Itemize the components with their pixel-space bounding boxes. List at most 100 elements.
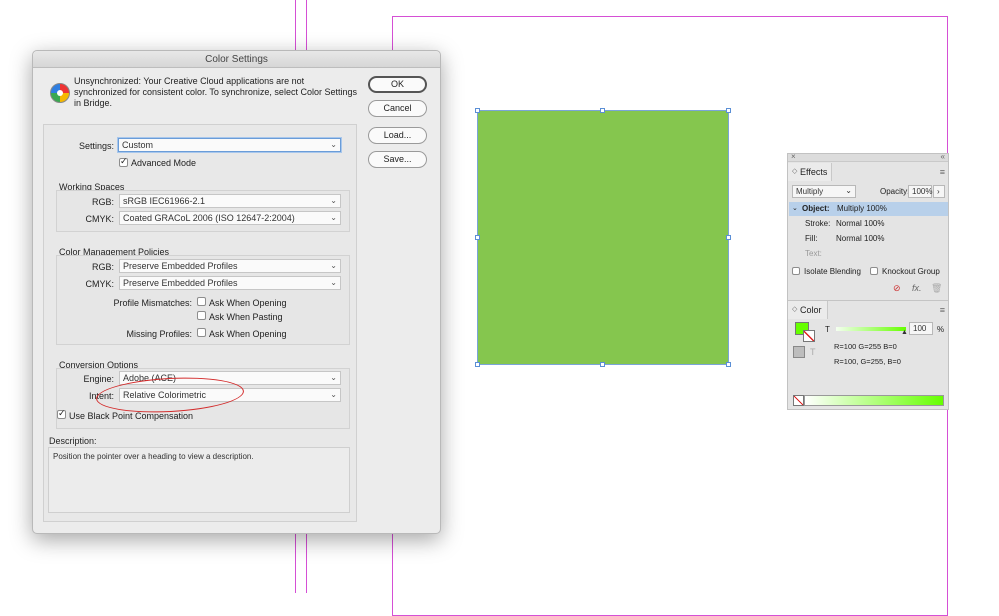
profile-mismatches-label: Profile Mismatches: [113, 298, 192, 308]
ws-rgb-select[interactable]: sRGB IEC61966-2.1 ⌄ [119, 194, 341, 208]
close-icon[interactable]: × [791, 152, 796, 161]
description-box: Position the pointer over a heading to v… [48, 447, 350, 513]
save-button[interactable]: Save... [368, 151, 427, 168]
knockout-group-checkbox[interactable] [870, 267, 878, 275]
chevron-down-icon: ⌄ [330, 261, 337, 270]
panel-menu-icon[interactable]: ≡ [940, 167, 945, 177]
opacity-slider-button[interactable]: › [933, 185, 945, 198]
policy-rgb-select[interactable]: Preserve Embedded Profiles ⌄ [119, 259, 341, 273]
policy-cmyk-select[interactable]: Preserve Embedded Profiles ⌄ [119, 276, 341, 290]
chevron-down-icon: ⌄ [330, 278, 337, 287]
chevron-down-icon: ⌄ [330, 213, 337, 222]
stroke-row[interactable]: Stroke: Normal 100% [789, 217, 948, 231]
missing-ask-opening-checkbox[interactable] [197, 328, 206, 337]
fill-label: Fill: [805, 234, 818, 243]
description-label: Description: [49, 436, 97, 446]
settings-select[interactable]: Custom ⌄ [118, 138, 341, 152]
handle-bm[interactable] [600, 362, 605, 367]
black-point-checkbox[interactable] [57, 408, 66, 419]
none-swatch[interactable] [793, 395, 804, 406]
clear-effects-icon[interactable]: ⊘ [893, 283, 901, 294]
handle-tm[interactable] [600, 108, 605, 113]
ws-cmyk-label: CMYK: [85, 214, 114, 224]
advanced-mode-checkbox[interactable] [119, 156, 128, 167]
formatting-text-icon[interactable]: T [810, 347, 816, 357]
ws-cmyk-value: Coated GRACoL 2006 (ISO 12647-2:2004) [123, 213, 295, 223]
fill-value: Normal 100% [836, 234, 885, 243]
settings-label: Settings: [78, 141, 114, 151]
handle-br[interactable] [726, 362, 731, 367]
ask-opening-label: Ask When Opening [209, 298, 287, 308]
trash-icon[interactable]: 🗑 [931, 283, 942, 294]
handle-tl[interactable] [475, 108, 480, 113]
ws-cmyk-select[interactable]: Coated GRACoL 2006 (ISO 12647-2:2004) ⌄ [119, 211, 341, 225]
black-point-label: Use Black Point Compensation [69, 411, 194, 421]
policy-rgb-value: Preserve Embedded Profiles [123, 261, 238, 271]
effects-color-panel: × « Effects ◇ ≡ Multiply ⌄ Opacity: 100%… [787, 152, 949, 410]
panel-menu-icon[interactable]: ≡ [940, 305, 945, 315]
rgb-readout-1: R=100 G=255 B=0 [834, 342, 897, 351]
stroke-swatch[interactable] [803, 330, 815, 342]
missing-ask-opening-label: Ask When Opening [209, 329, 287, 339]
blend-mode-value: Multiply [796, 187, 824, 196]
isolate-blending-checkbox[interactable] [792, 267, 800, 275]
chevron-down-icon: ⌄ [330, 373, 337, 382]
ask-opening-checkbox[interactable] [197, 297, 206, 306]
advanced-mode-label: Advanced Mode [131, 158, 197, 168]
settings-value: Custom [122, 140, 154, 150]
isolate-blending-label: Isolate Blending [804, 267, 861, 276]
tint-percent: % [937, 325, 945, 334]
description-text: Position the pointer over a heading to v… [53, 452, 254, 461]
blend-mode-select[interactable]: Multiply ⌄ [792, 185, 856, 198]
sync-message: Unsynchronized: Your Creative Cloud appl… [74, 76, 357, 108]
ask-pasting-checkbox[interactable] [197, 311, 206, 320]
handle-ml[interactable] [475, 235, 480, 240]
green-rectangle[interactable] [477, 110, 729, 365]
color-ramp[interactable] [804, 395, 944, 406]
load-button[interactable]: Load... [368, 127, 427, 144]
tint-value: 100 [913, 324, 927, 333]
color-settings-dialog: Color Settings Unsynchronized: Your Crea… [32, 50, 441, 534]
effects-tab-label: Effects [800, 167, 828, 177]
fill-row[interactable]: Fill: Normal 100% [789, 232, 948, 246]
text-label: Text: [805, 249, 822, 258]
chevron-down-icon: ⌄ [330, 140, 337, 149]
chevron-down-icon: ⌄ [845, 186, 852, 195]
object-row[interactable]: ⌄ Object: Multiply 100% [789, 202, 948, 216]
ask-pasting-label: Ask When Pasting [209, 312, 283, 322]
tint-slider[interactable] [836, 327, 906, 331]
formatting-container-icon[interactable] [793, 346, 805, 358]
chevron-down-icon: ⌄ [330, 390, 337, 399]
rgb-readout-2: R=100, G=255, B=0 [834, 357, 901, 366]
handle-bl[interactable] [475, 362, 480, 367]
ws-rgb-value: sRGB IEC61966-2.1 [123, 196, 206, 206]
ok-button[interactable]: OK [368, 76, 427, 93]
object-value: Multiply 100% [837, 204, 887, 213]
dialog-title: Color Settings [33, 51, 440, 68]
opacity-input[interactable]: 100% [908, 185, 932, 198]
knockout-group-label: Knockout Group [882, 267, 940, 276]
stroke-value: Normal 100% [836, 219, 885, 228]
stroke-label: Stroke: [805, 219, 831, 228]
collapse-icon[interactable]: « [941, 152, 945, 161]
object-label: Object: [802, 204, 830, 213]
missing-profiles-label: Missing Profiles: [126, 329, 192, 339]
cancel-button[interactable]: Cancel [368, 100, 427, 117]
tint-input[interactable]: 100 [909, 322, 933, 335]
handle-mr[interactable] [726, 235, 731, 240]
fx-icon[interactable]: fx. [912, 283, 922, 293]
tab-toggle-icon: ◇ [792, 306, 798, 313]
policy-rgb-label: RGB: [91, 262, 114, 272]
text-row[interactable]: Text: [789, 247, 948, 261]
engine-label: Engine: [83, 374, 114, 384]
creative-cloud-icon [50, 83, 70, 103]
opacity-label: Opacity: [880, 187, 910, 196]
handle-tr[interactable] [726, 108, 731, 113]
opacity-value: 100% [912, 187, 933, 196]
slider-handle-icon[interactable]: ▲ [901, 329, 908, 336]
policy-cmyk-label: CMYK: [85, 279, 114, 289]
tint-label: T [825, 325, 830, 334]
color-tab-label: Color [800, 305, 822, 315]
tab-toggle-icon: ◇ [792, 168, 798, 175]
panel-top-bar: × « [788, 152, 948, 162]
